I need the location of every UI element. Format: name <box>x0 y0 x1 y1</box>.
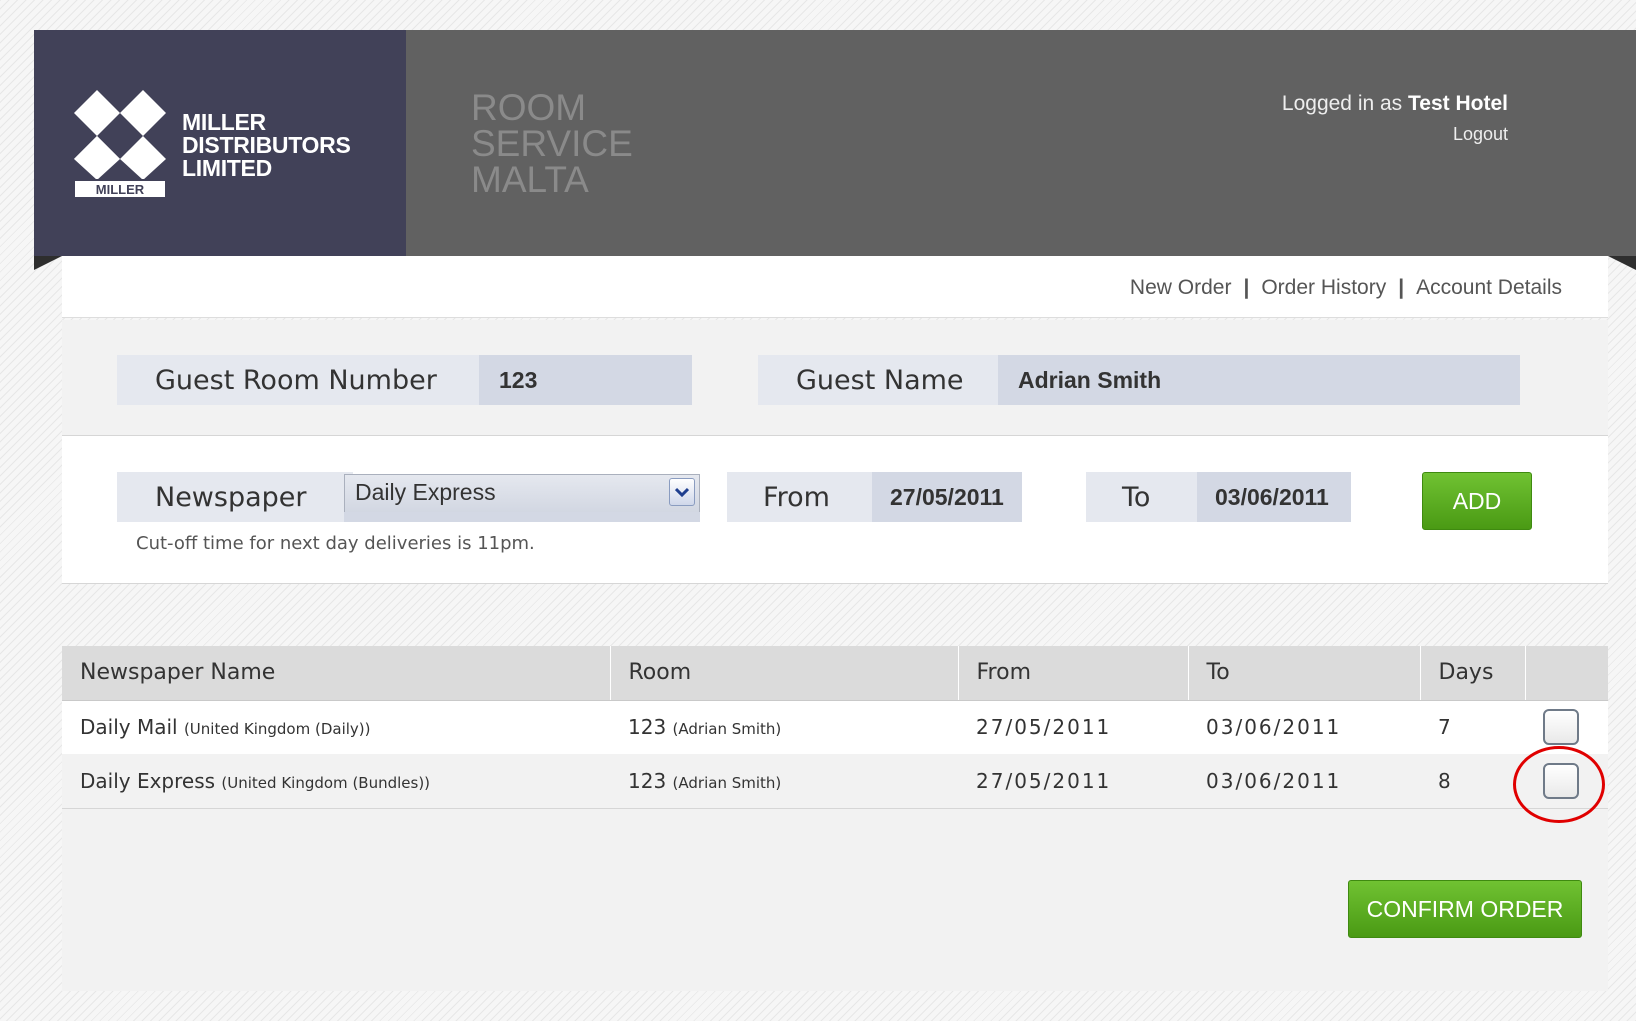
guest-name-label: Guest Name <box>758 355 1001 405</box>
logged-in-user: Test Hotel <box>1408 92 1508 115</box>
newspaper-selected-value: Daily Express <box>355 479 496 505</box>
table-header-row: Newspaper Name Room From To Days <box>62 646 1608 701</box>
orders-table: Newspaper Name Room From To Days Daily M… <box>62 646 1608 809</box>
confirm-order-button[interactable]: CONFIRM ORDER <box>1348 880 1582 938</box>
row-checkbox[interactable] <box>1543 709 1579 746</box>
nav-new-order[interactable]: New Order <box>1130 276 1232 299</box>
newspaper-label: Newspaper <box>117 472 353 522</box>
newspaper-select-base <box>344 512 700 522</box>
from-cell: 27/05/2011 <box>958 700 1188 754</box>
product-name: ROOM SERVICE MALTA <box>471 87 633 200</box>
orders-table-panel: Newspaper Name Room From To Days Daily M… <box>62 646 1608 991</box>
main-nav: New Order | Order History | Account Details <box>1130 276 1562 300</box>
days-cell: 8 <box>1420 754 1525 809</box>
newspaper-cell: Daily Mail (United Kingdom (Daily)) <box>62 700 610 754</box>
newspaper-cell: Daily Express (United Kingdom (Bundles)) <box>62 754 610 809</box>
room-cell: 123 (Adrian Smith) <box>610 754 958 809</box>
from-cell: 27/05/2011 <box>958 754 1188 809</box>
ribbon-fold-left <box>34 256 62 270</box>
newspaper-select[interactable]: Daily Express <box>344 474 700 512</box>
logout-link[interactable]: Logout <box>1282 124 1508 145</box>
room-number: 123 <box>628 768 667 793</box>
order-form-panel: Newspaper Daily Express From 27/05/2011 … <box>62 436 1608 584</box>
product-line-1: ROOM <box>471 87 587 128</box>
highlight-circle <box>1513 746 1605 823</box>
newspaper-edition: (United Kingdom (Bundles)) <box>221 773 431 792</box>
product-line-3: MALTA <box>471 159 589 200</box>
user-info: Logged in as Test Hotel Logout <box>1282 92 1508 145</box>
logged-in-text: Logged in as Test Hotel <box>1282 92 1508 116</box>
guest-panel: Guest Room Number 123 Guest Name Adrian … <box>62 320 1608 436</box>
guest-name-field[interactable]: Adrian Smith <box>998 355 1520 405</box>
logged-in-prefix: Logged in as <box>1281 92 1403 115</box>
ribbon-fold-right <box>1608 256 1636 270</box>
room-cell: 123 (Adrian Smith) <box>610 700 958 754</box>
newspaper-name: Daily Express <box>80 768 216 793</box>
site-header: MILLER MILLER DISTRIBUTORS LIMITED ROOM … <box>34 30 1636 256</box>
guest-room-field[interactable]: 123 <box>479 355 692 405</box>
col-newspaper-name: Newspaper Name <box>62 646 611 701</box>
table-row: Daily Mail (United Kingdom (Daily)) 123 … <box>62 700 1608 754</box>
brand-line-1: MILLER <box>182 109 266 135</box>
to-cell: 03/06/2011 <box>1188 754 1420 809</box>
newspaper-edition: (United Kingdom (Daily)) <box>183 720 371 739</box>
days-cell: 7 <box>1420 700 1525 754</box>
to-cell: 03/06/2011 <box>1188 700 1420 754</box>
col-from: From <box>958 646 1189 701</box>
miller-logo-icon: MILLER <box>74 90 166 198</box>
brand-line-3: LIMITED <box>182 155 272 181</box>
nav-order-history[interactable]: Order History <box>1261 276 1386 299</box>
brand-block: MILLER MILLER DISTRIBUTORS LIMITED <box>34 30 406 256</box>
room-guest: (Adrian Smith) <box>672 720 782 739</box>
from-label: From <box>727 472 875 522</box>
add-button[interactable]: ADD <box>1422 472 1532 530</box>
brand-line-2: DISTRIBUTORS <box>182 132 351 158</box>
nav-account-details[interactable]: Account Details <box>1416 276 1562 299</box>
cutoff-note: Cut-off time for next day deliveries is … <box>136 533 535 554</box>
newspaper-name: Daily Mail <box>80 715 178 740</box>
product-line-2: SERVICE <box>471 123 633 164</box>
to-label: To <box>1086 472 1207 522</box>
chevron-down-icon[interactable] <box>669 478 695 506</box>
brand-name: MILLER DISTRIBUTORS LIMITED <box>182 111 351 180</box>
guest-room-label: Guest Room Number <box>117 355 482 405</box>
col-to: To <box>1188 646 1421 701</box>
room-guest: (Adrian Smith) <box>672 773 782 792</box>
to-date-field[interactable]: 03/06/2011 <box>1197 472 1351 522</box>
nav-bar: New Order | Order History | Account Details <box>62 256 1608 318</box>
col-days: Days <box>1420 646 1526 701</box>
logo-badge-text: MILLER <box>96 182 145 197</box>
col-select <box>1525 646 1608 701</box>
col-room: Room <box>610 646 959 701</box>
room-number: 123 <box>628 715 667 740</box>
nav-separator: | <box>1398 276 1405 299</box>
table-row: Daily Express (United Kingdom (Bundles))… <box>62 754 1608 809</box>
nav-separator: | <box>1243 276 1250 299</box>
from-date-field[interactable]: 27/05/2011 <box>872 472 1022 522</box>
